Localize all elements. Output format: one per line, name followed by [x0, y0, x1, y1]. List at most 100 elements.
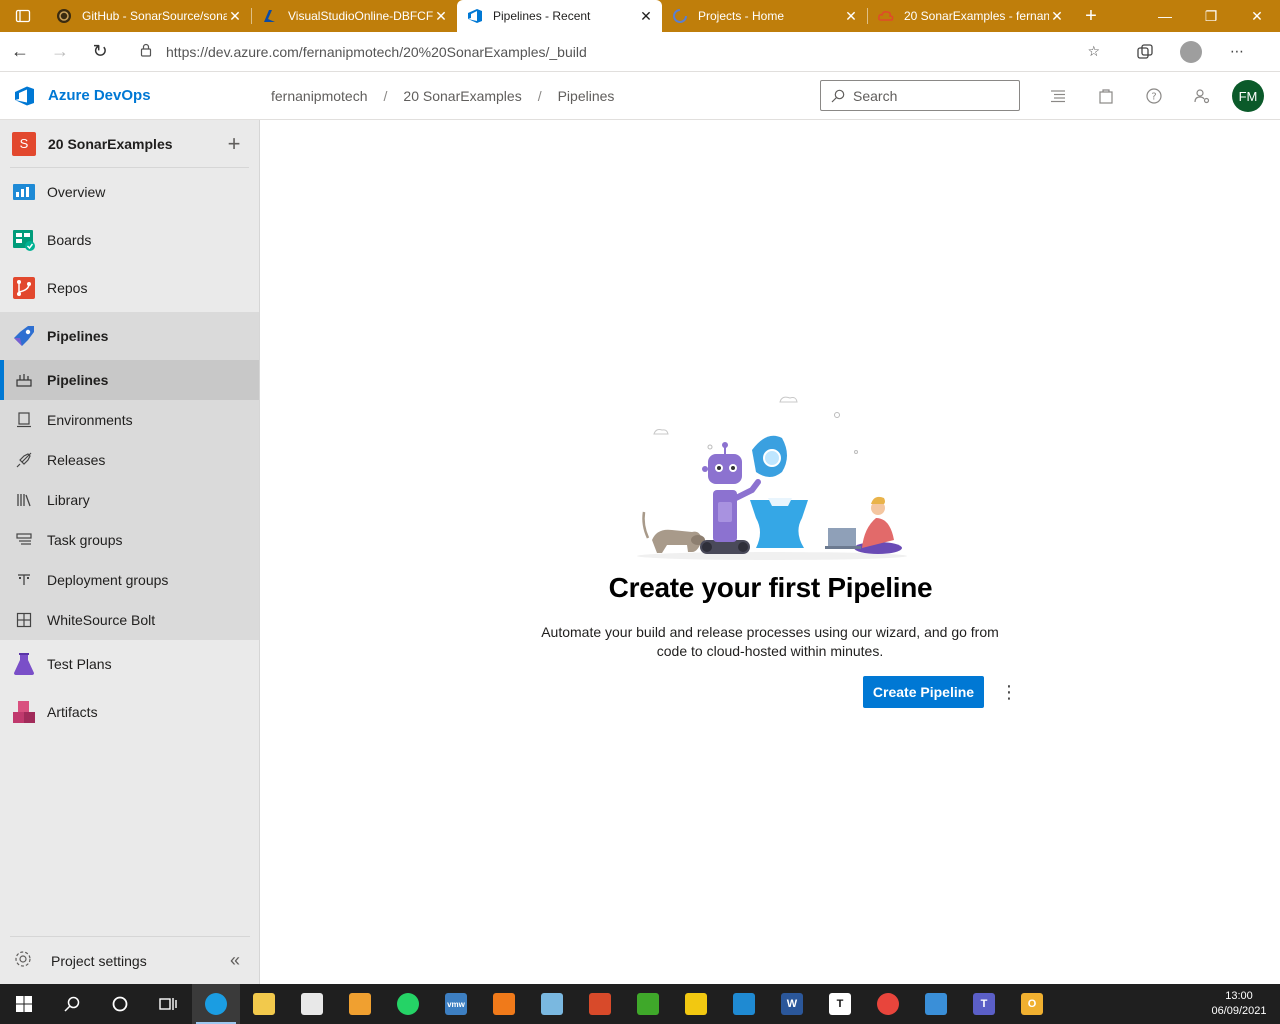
taskbar-file-explorer[interactable]: [240, 984, 288, 1024]
work-items-icon[interactable]: [1034, 80, 1082, 112]
more-actions-icon[interactable]: ⋮: [999, 676, 1019, 708]
page-title: Create your first Pipeline: [608, 572, 933, 603]
taskbar-powerbi[interactable]: [672, 984, 720, 1024]
taskbar-teams[interactable]: T: [960, 984, 1008, 1024]
windows-logo-icon: [16, 996, 32, 1012]
sidebar-item-pipelines[interactable]: Pipelines: [0, 312, 259, 360]
browser-tab-azure[interactable]: VisualStudioOnline-DBFCF ✕: [252, 0, 457, 32]
browser-tab-projects[interactable]: Projects - Home ✕: [662, 0, 867, 32]
sidebar-item-test-plans[interactable]: Test Plans: [0, 640, 259, 688]
taskbar-whatsapp[interactable]: [384, 984, 432, 1024]
sidebar-subitem-environments[interactable]: Environments: [0, 400, 259, 440]
start-button[interactable]: [0, 984, 48, 1024]
add-new-button[interactable]: +: [219, 131, 249, 157]
sidebar-item-label: Test Plans: [47, 656, 112, 672]
pipelines-submenu: Pipelines Environments Releases Library …: [0, 360, 259, 640]
project-badge: S: [12, 131, 36, 156]
taskbar-clock[interactable]: 13:00 06/09/2021: [1204, 989, 1274, 1019]
sidebar-subitem-releases[interactable]: Releases: [0, 440, 259, 480]
project-settings[interactable]: Project settings «: [10, 936, 250, 984]
sidebar-subitem-library[interactable]: Library: [0, 480, 259, 520]
favorite-star-icon[interactable]: ☆: [1087, 43, 1100, 60]
taskbar-snip[interactable]: [576, 984, 624, 1024]
taskbar-outlook[interactable]: O: [1008, 984, 1056, 1024]
lock-icon: [140, 43, 152, 60]
taskbar-app-green[interactable]: [624, 984, 672, 1024]
breadcrumb-pipelines[interactable]: Pipelines: [558, 88, 615, 104]
restore-button[interactable]: ❐: [1188, 0, 1234, 32]
taskbar-search-button[interactable]: [48, 984, 96, 1024]
task-view-button[interactable]: [144, 984, 192, 1024]
browser-toolbar-right: ⋯: [1122, 40, 1260, 63]
search-box[interactable]: Search: [820, 80, 1020, 111]
marketplace-bag-icon[interactable]: [1082, 80, 1130, 112]
whatsapp-icon: [397, 993, 419, 1015]
forward-button[interactable]: →: [40, 36, 80, 68]
sidebar-subitem-pipelines[interactable]: Pipelines: [0, 360, 259, 400]
create-pipeline-button[interactable]: Create Pipeline: [863, 676, 984, 708]
sidebar-item-overview[interactable]: Overview: [0, 168, 259, 216]
taskbar-app-orange[interactable]: [480, 984, 528, 1024]
address-bar[interactable]: https://dev.azure.com/fernanipmotech/20%…: [130, 36, 1110, 67]
back-button[interactable]: ←: [0, 36, 40, 68]
collections-icon[interactable]: [1122, 41, 1168, 63]
taskbar-remote[interactable]: [912, 984, 960, 1024]
breadcrumb-project[interactable]: 20 SonarExamples: [403, 88, 521, 104]
taskbar-word[interactable]: W: [768, 984, 816, 1024]
taskbar-paint[interactable]: [528, 984, 576, 1024]
user-settings-icon[interactable]: [1178, 80, 1226, 112]
sidebar-item-boards[interactable]: Boards: [0, 216, 259, 264]
browser-toolbar: ← → ↻ https://dev.azure.com/fernanipmote…: [0, 32, 1280, 72]
project-name: 20 SonarExamples: [48, 135, 173, 152]
sidebar-item-repos[interactable]: Repos: [0, 264, 259, 312]
sidebar-subitem-deployment-groups[interactable]: Deployment groups: [0, 560, 259, 600]
breadcrumb: fernanipmotech / 20 SonarExamples / Pipe…: [271, 88, 614, 104]
loading-icon: [672, 8, 688, 24]
taskbar-store[interactable]: [288, 984, 336, 1024]
close-icon[interactable]: ✕: [227, 8, 243, 25]
typora-icon: T: [829, 993, 851, 1015]
collapse-sidebar-icon[interactable]: «: [220, 950, 250, 971]
main-content: Create your first Pipeline Automate your…: [261, 120, 1280, 984]
sidebar-subitem-task-groups[interactable]: Task groups: [0, 520, 259, 560]
taskbar-typora[interactable]: T: [816, 984, 864, 1024]
sidebar-subitem-whitesource-bolt[interactable]: WhiteSource Bolt: [0, 600, 259, 640]
sidebar-item-artifacts[interactable]: Artifacts: [0, 688, 259, 736]
search-placeholder: Search: [853, 87, 898, 104]
close-icon[interactable]: ✕: [843, 8, 859, 25]
taskbar-vmware[interactable]: vmw: [432, 984, 480, 1024]
overview-icon: [12, 180, 36, 204]
close-icon[interactable]: ✕: [1049, 8, 1065, 25]
profile-button[interactable]: [1168, 40, 1214, 63]
browser-tab-sonar[interactable]: 20 SonarExamples - fernan ✕: [868, 0, 1073, 32]
browser-tab-github[interactable]: GitHub - SonarSource/sonar ✕: [46, 0, 251, 32]
browser-tab-pipelines[interactable]: Pipelines - Recent ✕: [457, 0, 662, 32]
azure-devops-logo[interactable]: Azure DevOps: [0, 85, 260, 107]
library-icon: [16, 492, 32, 508]
more-options-icon[interactable]: ⋯: [1214, 41, 1260, 63]
avatar[interactable]: FM: [1232, 80, 1264, 112]
project-header[interactable]: S 20 SonarExamples +: [10, 120, 249, 168]
tab-actions-button[interactable]: [0, 0, 46, 32]
back-arrow-icon: ←: [11, 41, 29, 61]
repos-icon: [12, 276, 36, 300]
refresh-button[interactable]: ↻: [80, 36, 120, 68]
close-window-button[interactable]: ✕: [1234, 0, 1280, 32]
cortana-button[interactable]: [96, 984, 144, 1024]
project-settings-label: Project settings: [51, 952, 147, 969]
tab-title: 20 SonarExamples - fernan: [904, 9, 1049, 23]
sidebar-subitem-label: Library: [47, 492, 90, 508]
minimize-button[interactable]: —: [1142, 0, 1188, 32]
breadcrumb-organization[interactable]: fernanipmotech: [271, 88, 368, 104]
help-icon[interactable]: ?: [1130, 80, 1178, 112]
sidebar-item-label: Overview: [47, 184, 106, 200]
taskbar-edge[interactable]: [192, 984, 240, 1024]
taskbar-vscode[interactable]: [720, 984, 768, 1024]
search-icon: [64, 996, 80, 1012]
media-icon: [349, 993, 371, 1015]
close-icon[interactable]: ✕: [638, 8, 654, 25]
taskbar-media[interactable]: [336, 984, 384, 1024]
new-tab-button[interactable]: +: [1073, 0, 1109, 32]
taskbar-chrome[interactable]: [864, 984, 912, 1024]
close-icon[interactable]: ✕: [433, 8, 449, 25]
